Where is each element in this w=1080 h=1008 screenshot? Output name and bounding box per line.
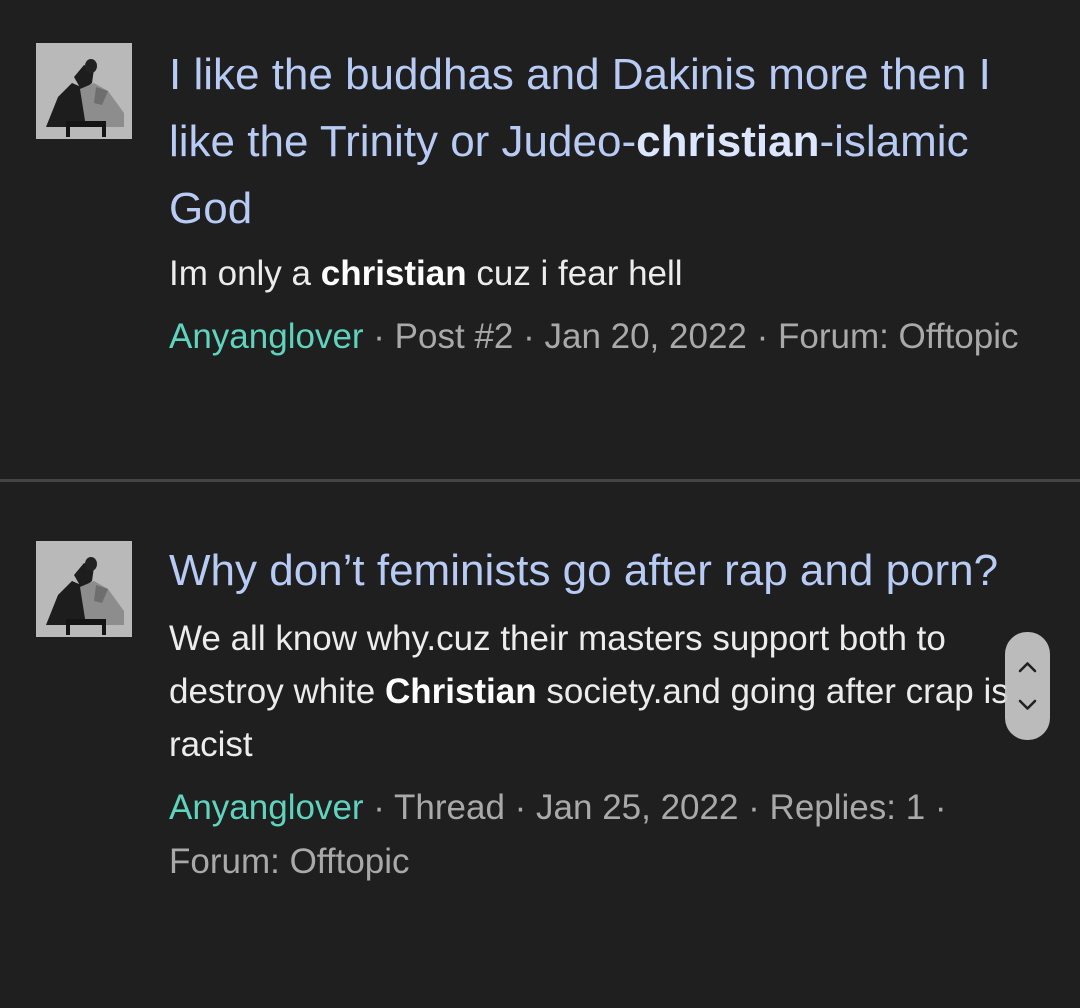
chevron-down-icon[interactable] [1017, 698, 1038, 712]
author-link[interactable]: Anyanglover [169, 317, 364, 356]
title-text: Why don’t feminists go after rap and por… [169, 546, 999, 595]
result-snippet: We all know why.cuz their masters suppor… [169, 612, 1029, 771]
result-content: I like the buddhas and Dakinis more then… [169, 41, 1049, 364]
result-meta: Anyanglover · Thread · Jan 25, 2022 · Re… [169, 781, 1049, 889]
search-result: Why don’t feminists go after rap and por… [0, 482, 1080, 1008]
scroll-handle[interactable] [1005, 632, 1050, 740]
chevron-up-icon[interactable] [1017, 660, 1038, 674]
result-title-link[interactable]: Why don’t feminists go after rap and por… [169, 537, 1049, 604]
snippet-highlight: Christian [384, 672, 537, 711]
result-title-link[interactable]: I like the buddhas and Dakinis more then… [169, 41, 1049, 242]
snippet-highlight: christian [320, 254, 467, 293]
snippet-text: cuz i fear hell [466, 254, 683, 293]
snippet-text: Im only a [169, 254, 321, 293]
result-meta: Anyanglover · Post #2 · Jan 20, 2022 · F… [169, 310, 1049, 364]
result-content: Why don’t feminists go after rap and por… [169, 537, 1049, 889]
result-snippet: Im only a christian cuz i fear hell [169, 247, 1049, 300]
meta-details: · Post #2 · Jan 20, 2022 · Forum: Offtop… [363, 317, 1019, 356]
author-avatar[interactable] [36, 541, 132, 637]
title-highlight: christian [636, 117, 820, 166]
author-avatar[interactable] [36, 43, 132, 139]
author-link[interactable]: Anyanglover [169, 788, 364, 827]
user-avatar-icon [36, 43, 132, 139]
user-avatar-icon [36, 541, 132, 637]
search-result: I like the buddhas and Dakinis more then… [0, 0, 1080, 480]
